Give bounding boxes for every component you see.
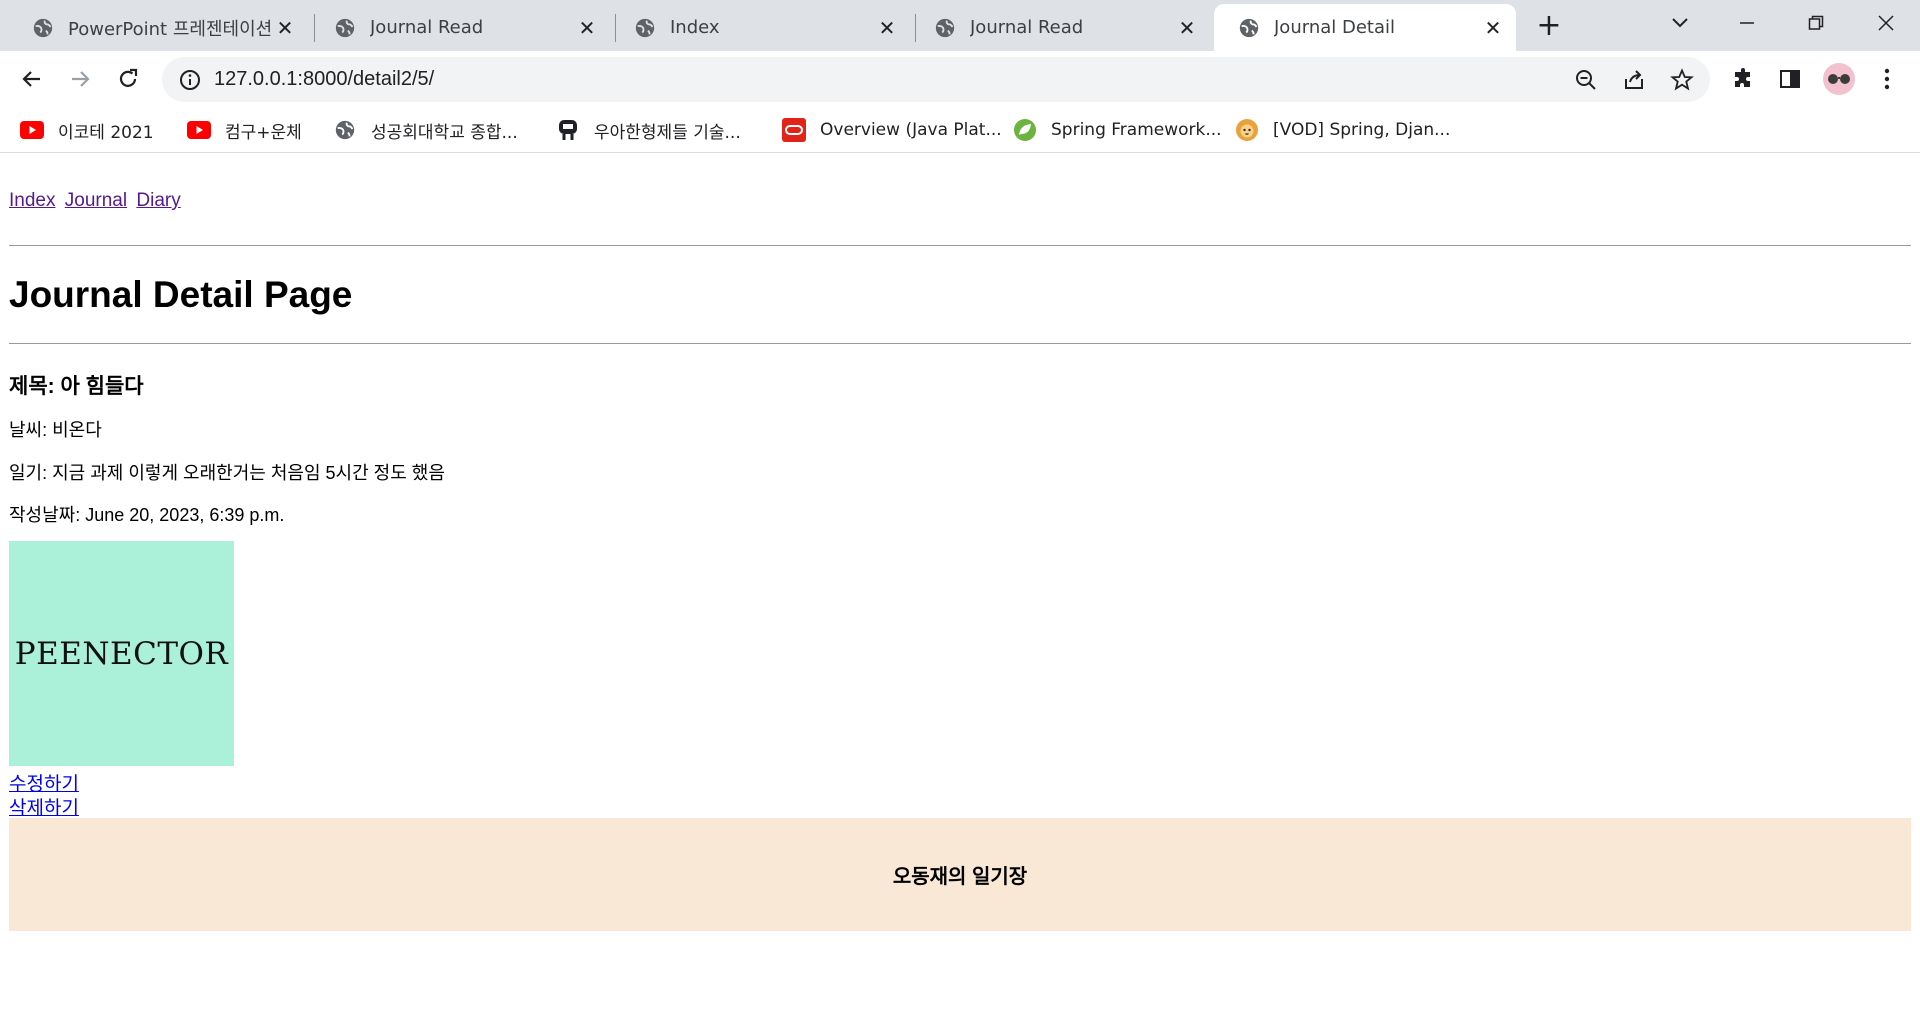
nav-link-diary[interactable]: Diary [136,190,180,211]
close-window-icon[interactable] [1866,6,1906,40]
side-panel-icon[interactable] [1775,64,1805,94]
globe-icon [335,18,355,37]
tab-2[interactable]: Journal Read ✕ [310,4,610,51]
youtube-icon [187,118,211,142]
profile-avatar[interactable] [1823,63,1855,95]
tab-title: Journal Read [970,17,1084,38]
share-icon[interactable] [1620,66,1648,94]
bookmark-6[interactable]: Spring Framework... [1013,115,1222,145]
bookmark-4[interactable]: 우아한형제들 기술... [556,115,741,145]
tab-3[interactable]: Index ✕ [610,4,910,51]
tab-5-active[interactable]: Journal Detail ✕ [1214,4,1516,51]
new-tab-button[interactable]: + [1534,8,1564,43]
tab-search-chevron-icon[interactable] [1660,6,1700,40]
globe-icon [935,18,955,37]
journal-weather: 날씨: 비온다 [9,420,102,440]
tab-4[interactable]: Journal Read ✕ [910,4,1210,51]
menu-kebab-icon[interactable] [1872,64,1902,94]
footer-text: 오동재의 일기장 [892,866,1028,888]
zoom-icon[interactable] [1572,66,1600,94]
bookmark-3[interactable]: 성공회대학교 종합... [333,115,518,145]
site-nav: Index Journal Diary [9,190,185,212]
bookmark-label: 성공회대학교 종합... [371,122,518,143]
forward-icon[interactable] [60,59,100,99]
tab-strip: PowerPoint 프레젠테이션 ✕ Journal Read ✕ Index… [0,0,1920,51]
site-info-icon[interactable] [178,68,202,92]
spring-icon [1013,118,1037,142]
globe-icon [1239,18,1259,37]
globe-icon [635,18,655,37]
bookmark-1[interactable]: 이코테 2021 [20,115,154,145]
journal-image: PEENECTOR [9,541,234,766]
reload-icon[interactable] [108,59,148,99]
bookmark-label: 컴구+운체 [225,122,302,143]
bookmark-label: Spring Framework... [1051,120,1222,140]
bookmark-7[interactable]: [VOD] Spring, Djan... [1235,115,1450,145]
divider [9,245,1911,246]
bookmark-label: [VOD] Spring, Djan... [1273,120,1451,140]
restore-icon[interactable] [1796,6,1836,40]
journal-title: 제목: 아 힘들다 [9,375,144,398]
bookmark-label: 이코테 2021 [58,122,154,143]
globe-icon [33,18,53,37]
bookmark-label: 우아한형제들 기술... [594,122,741,143]
image-logo-text: PEENECTOR [14,635,229,672]
back-icon[interactable] [12,59,52,99]
close-tab-icon[interactable]: ✕ [576,16,598,40]
oracle-icon [782,118,806,142]
tab-title: PowerPoint 프레젠테이션 [68,18,273,40]
close-tab-icon[interactable]: ✕ [1176,16,1198,40]
tab-1[interactable]: PowerPoint 프레젠테이션 ✕ [8,4,308,51]
extensions-icon[interactable] [1728,64,1758,94]
nav-link-journal[interactable]: Journal [65,190,127,211]
divider [9,343,1911,344]
page-content: Index Journal Diary Journal Detail Page … [0,154,1920,1009]
tab-title: Index [670,17,720,38]
nav-link-index[interactable]: Index [9,190,55,211]
address-bar[interactable]: 127.0.0.1:8000/detail2/5/ [162,57,1710,102]
tab-title: Journal Read [370,17,484,38]
close-tab-icon[interactable]: ✕ [876,16,898,40]
page-title: Journal Detail Page [9,274,353,315]
close-tab-icon[interactable]: ✕ [1482,16,1504,40]
bookmarks-bar: 이코테 2021 컴구+운체 성공회대학교 종합... 우아한형제들 기술...… [0,107,1920,153]
tab-title: Journal Detail [1274,17,1395,38]
bookmark-5[interactable]: Overview (Java Plat... [782,115,1002,145]
url-text[interactable]: 127.0.0.1:8000/detail2/5/ [214,68,434,91]
edit-link[interactable]: 수정하기 [9,769,79,796]
browser-toolbar: 127.0.0.1:8000/detail2/5/ [0,51,1920,107]
youtube-icon [20,118,44,142]
bookmark-star-icon[interactable] [1668,66,1696,94]
bookmark-label: Overview (Java Plat... [820,120,1002,140]
globe-icon [333,118,357,142]
woowahan-icon [556,118,580,142]
page-footer: 오동재의 일기장 [9,818,1911,931]
journal-body: 일기: 지금 과제 이렇게 오래한거는 처음임 5시간 정도 했음 [9,463,445,483]
close-tab-icon[interactable]: ✕ [274,16,296,40]
bookmark-2[interactable]: 컴구+운체 [187,115,302,145]
journal-date: 작성날짜: June 20, 2023, 6:39 p.m. [9,505,285,525]
lion-icon [1235,118,1259,142]
minimize-icon[interactable] [1727,6,1767,40]
delete-link[interactable]: 삭제하기 [9,793,79,820]
